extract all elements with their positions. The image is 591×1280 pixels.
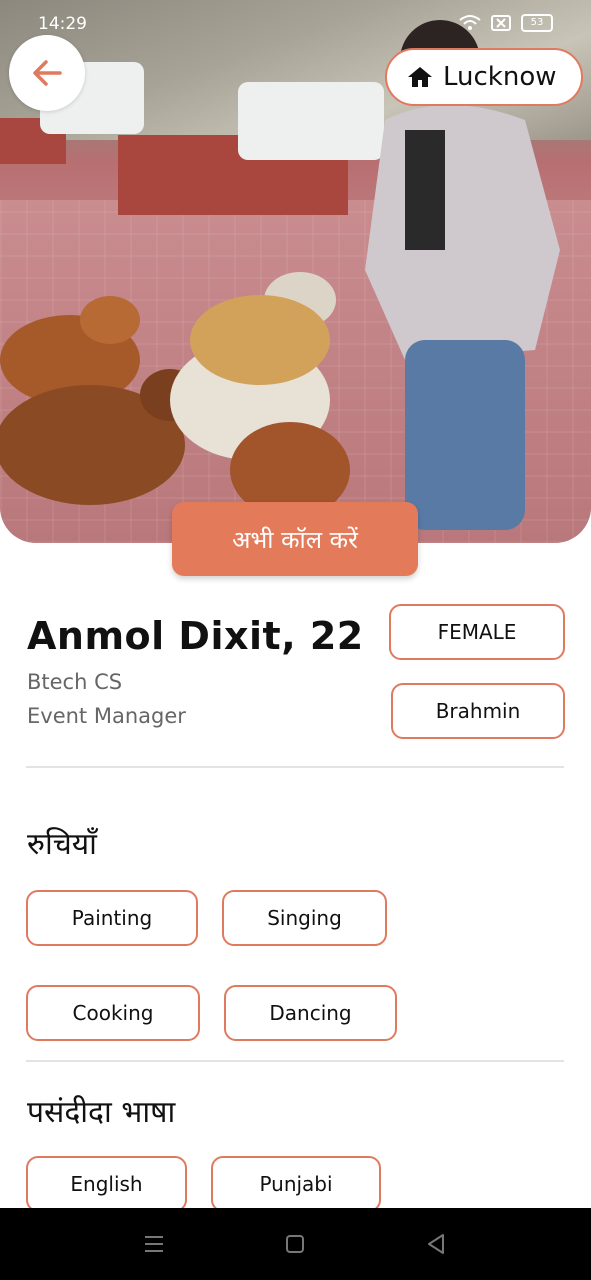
interest-tag: Cooking <box>26 985 200 1041</box>
profile-education: Btech CS <box>27 670 123 694</box>
interest-tag: Singing <box>222 890 387 946</box>
arrow-left-icon <box>33 60 62 86</box>
wifi-icon <box>459 15 481 30</box>
location-button[interactable]: Lucknow <box>385 48 583 106</box>
triangle-back-icon[interactable] <box>425 1233 447 1255</box>
language-tag: English <box>26 1156 187 1212</box>
gender-tag: FEMALE <box>389 604 565 660</box>
status-bar: 14:29 53 <box>0 12 591 40</box>
interest-tag: Painting <box>26 890 198 946</box>
call-now-button[interactable]: अभी कॉल करें <box>172 502 418 576</box>
system-navigation-bar <box>0 1208 591 1280</box>
location-label: Lucknow <box>443 62 557 92</box>
home-icon <box>408 67 432 87</box>
photo-dogs <box>0 272 350 518</box>
interest-tag: Dancing <box>224 985 397 1041</box>
profile-name: Anmol Dixit, 22 <box>27 614 364 658</box>
profile-occupation: Event Manager <box>27 704 186 728</box>
status-time: 14:29 <box>38 14 87 34</box>
divider <box>26 766 564 768</box>
language-tag: Punjabi <box>211 1156 381 1212</box>
status-icons: 53 <box>459 14 553 32</box>
battery-icon: 53 <box>521 14 553 32</box>
square-icon[interactable] <box>285 1234 305 1254</box>
caste-tag: Brahmin <box>391 683 565 739</box>
interests-title: रुचियाँ <box>27 827 97 862</box>
menu-icon[interactable] <box>144 1234 164 1254</box>
sim-icon <box>491 15 511 31</box>
languages-title: पसंदीदा भाषा <box>27 1095 176 1130</box>
divider <box>26 1060 564 1062</box>
back-button[interactable] <box>9 35 85 111</box>
